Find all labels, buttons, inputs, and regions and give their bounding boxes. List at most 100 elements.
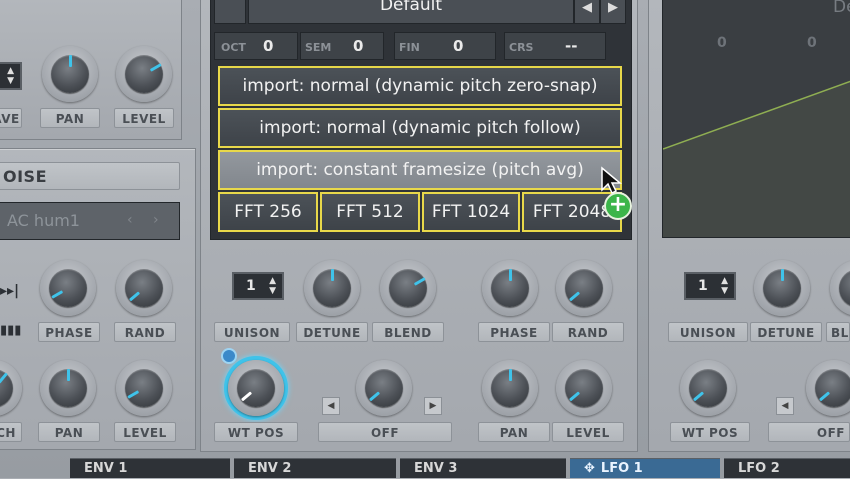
tab-env1[interactable]: ENV 1 bbox=[70, 458, 230, 478]
osc-b-zero-a: 0 bbox=[717, 35, 727, 51]
rand-label: RAND bbox=[114, 322, 176, 342]
octave-stepper[interactable]: ▲ ▼ bbox=[0, 62, 22, 90]
stepper-arrows-icon: ▲ ▼ bbox=[269, 276, 276, 296]
crs-field[interactable]: CRS -- bbox=[504, 32, 606, 60]
osc-b-detune-knob[interactable] bbox=[754, 260, 810, 316]
warp-mode-value[interactable]: OFF bbox=[318, 422, 452, 442]
tab-lfo2-label: LFO 2 bbox=[738, 461, 780, 476]
osc-b-warp-mode-value[interactable]: OFF bbox=[768, 422, 850, 442]
play-mode-icon[interactable]: ▸▸| bbox=[0, 283, 19, 299]
wavetable-waveform bbox=[663, 80, 850, 237]
osc-phase-knob[interactable] bbox=[482, 260, 538, 316]
phase-knob[interactable] bbox=[40, 260, 96, 316]
osc-b-name: De bbox=[833, 0, 850, 17]
osc-b-zero-b: 0 bbox=[807, 35, 817, 51]
warp-prev-button[interactable]: ◀ bbox=[322, 397, 340, 415]
osc-b-detune-label: DETUNE bbox=[750, 322, 822, 342]
sem-field[interactable]: SEM 0 bbox=[300, 32, 384, 60]
fin-field[interactable]: FIN 0 bbox=[394, 32, 496, 60]
add-icon: + bbox=[604, 192, 632, 220]
chevron-left-icon: ◀ bbox=[327, 401, 335, 411]
level-label-2: LEVEL bbox=[114, 422, 176, 442]
level-label: LEVEL bbox=[114, 108, 174, 128]
import-pitch-follow-item[interactable]: import: normal (dynamic pitch follow) bbox=[218, 108, 622, 148]
osc-b-wtpos-label: WT POS bbox=[670, 422, 750, 442]
wavetable-name-field[interactable]: Default bbox=[248, 0, 574, 24]
octave-label: AVE bbox=[0, 108, 22, 128]
crs-label: CRS bbox=[509, 41, 534, 54]
wavetable-next-button[interactable]: ▶ bbox=[600, 0, 626, 24]
fft-1024-item[interactable]: FFT 1024 bbox=[422, 192, 520, 232]
detune-knob[interactable] bbox=[304, 260, 360, 316]
stepper-arrows-icon: ▲ ▼ bbox=[7, 66, 14, 86]
pan-label-2: PAN bbox=[38, 422, 100, 442]
wavetable-menu-button[interactable] bbox=[214, 0, 246, 24]
osc-pan-knob[interactable] bbox=[482, 360, 538, 416]
tab-lfo1-label: LFO 1 bbox=[600, 461, 643, 476]
move-icon: ✥ bbox=[584, 461, 595, 476]
pan-knob[interactable] bbox=[42, 46, 98, 102]
fin-label: FIN bbox=[399, 41, 420, 54]
noise-preset-name: AC hum1 bbox=[7, 211, 80, 230]
osc-level-label: LEVEL bbox=[552, 422, 624, 442]
tab-env3-label: ENV 3 bbox=[414, 461, 458, 476]
oct-field[interactable]: OCT 0 bbox=[214, 32, 298, 60]
tab-lfo1[interactable]: ✥ LFO 1 bbox=[570, 458, 720, 478]
sem-value: 0 bbox=[353, 37, 364, 55]
unison-value: 1 bbox=[246, 278, 256, 294]
pitch-label: CH bbox=[0, 422, 22, 442]
tab-env1-label: ENV 1 bbox=[84, 461, 128, 476]
tab-lfo2[interactable]: LFO 2 bbox=[724, 458, 850, 478]
osc-rand-label: RAND bbox=[552, 322, 624, 342]
wavetable-prev-button[interactable]: ◀ bbox=[574, 0, 600, 24]
osc-b-unison-stepper[interactable]: 1 ▲ ▼ bbox=[684, 272, 736, 300]
chevron-right-icon: ▶ bbox=[608, 0, 618, 15]
pan-knob-2[interactable] bbox=[40, 360, 96, 416]
osc-b-display: De 0 0 bbox=[662, 0, 850, 238]
import-zero-snap-item[interactable]: import: normal (dynamic pitch zero-snap) bbox=[218, 66, 622, 106]
osc-b-warp-prev-button[interactable]: ◀ bbox=[776, 397, 794, 415]
level-knob-2[interactable] bbox=[116, 360, 172, 416]
unison-stepper[interactable]: 1 ▲ ▼ bbox=[232, 272, 284, 300]
wtpos-knob[interactable] bbox=[228, 360, 284, 416]
fft-256-item[interactable]: FFT 256 bbox=[218, 192, 318, 232]
bars-icon[interactable]: ▮▮▮ bbox=[0, 323, 21, 338]
warp-next-button[interactable]: ▶ bbox=[424, 397, 442, 415]
import-constant-framesize-item[interactable]: import: constant framesize (pitch avg) bbox=[218, 150, 622, 190]
fft-512-item[interactable]: FFT 512 bbox=[320, 192, 420, 232]
blend-label: BLEND bbox=[372, 322, 444, 342]
oct-value: 0 bbox=[263, 37, 274, 55]
chevron-left-icon: ◀ bbox=[781, 401, 789, 411]
preset-prev-icon[interactable]: ‹ bbox=[127, 212, 133, 228]
osc-level-knob[interactable] bbox=[556, 360, 612, 416]
tab-env3[interactable]: ENV 3 bbox=[400, 458, 566, 478]
noise-title: OISE bbox=[0, 162, 180, 190]
tab-env2[interactable]: ENV 2 bbox=[234, 458, 396, 478]
osc-b-wtpos-knob[interactable] bbox=[680, 360, 736, 416]
level-knob[interactable] bbox=[116, 46, 172, 102]
warp-knob[interactable] bbox=[356, 360, 412, 416]
wavetable-name: Default bbox=[379, 0, 443, 15]
crs-value: -- bbox=[565, 37, 578, 55]
fin-value: 0 bbox=[453, 37, 464, 55]
chevron-left-icon: ◀ bbox=[582, 0, 592, 15]
oct-label: OCT bbox=[221, 41, 246, 54]
blend-knob[interactable] bbox=[380, 260, 436, 316]
noise-preset-selector[interactable]: AC hum1 ‹ › bbox=[0, 202, 180, 240]
wtpos-label: WT POS bbox=[214, 422, 298, 442]
osc-b-unison-label: UNISON bbox=[668, 322, 748, 342]
tab-env2-label: ENV 2 bbox=[248, 461, 292, 476]
osc-phase-label: PHASE bbox=[478, 322, 550, 342]
wtpos-modulation-icon[interactable] bbox=[221, 348, 237, 364]
unison-label: UNISON bbox=[214, 322, 290, 342]
phase-label: PHASE bbox=[38, 322, 100, 342]
osc-pan-label: PAN bbox=[478, 422, 550, 442]
osc-rand-knob[interactable] bbox=[556, 260, 612, 316]
detune-label: DETUNE bbox=[296, 322, 368, 342]
rand-knob[interactable] bbox=[116, 260, 172, 316]
pan-label: PAN bbox=[40, 108, 100, 128]
sem-label: SEM bbox=[305, 41, 332, 54]
preset-next-icon[interactable]: › bbox=[153, 212, 159, 228]
osc-b-unison-value: 1 bbox=[698, 278, 708, 294]
stepper-arrows-icon: ▲ ▼ bbox=[721, 276, 728, 296]
